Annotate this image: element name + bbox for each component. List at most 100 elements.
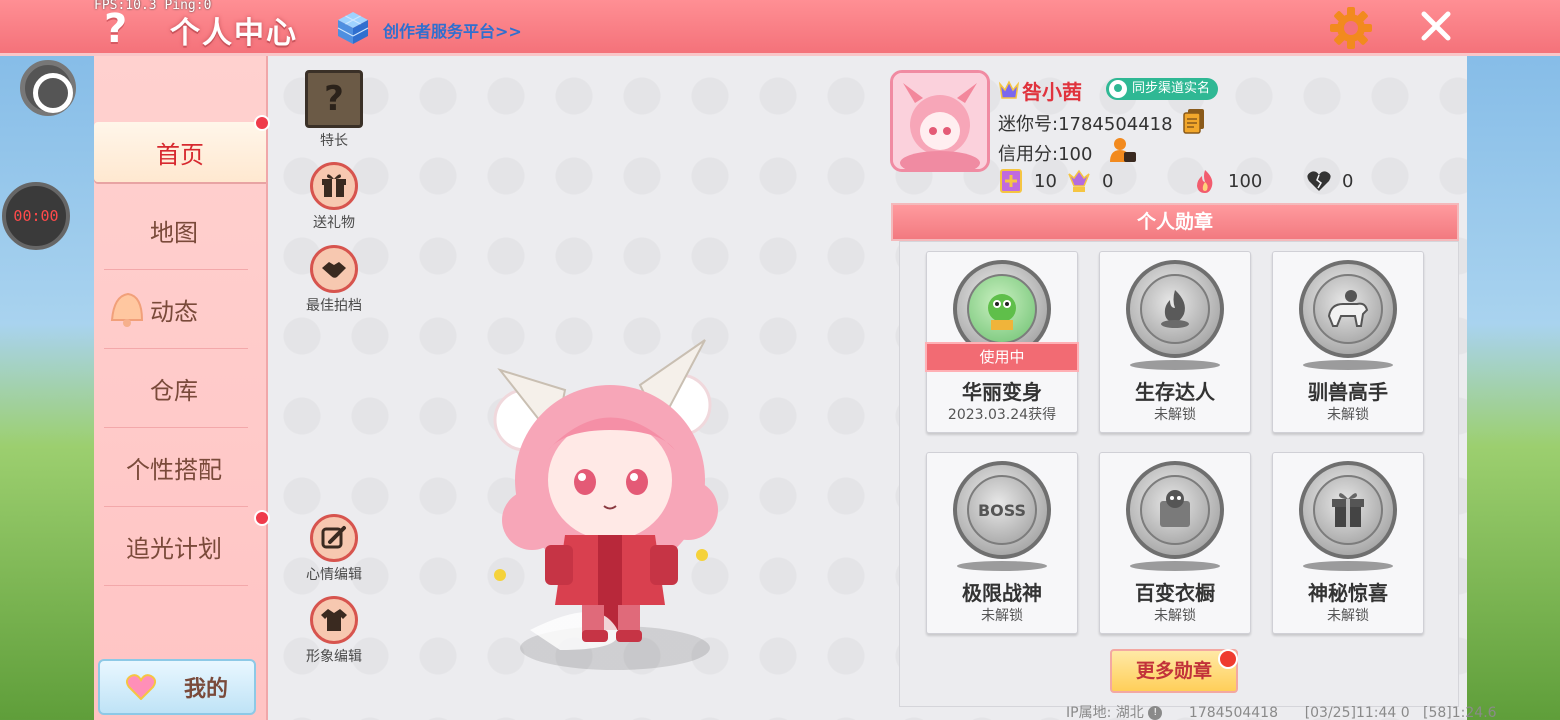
mine-button[interactable]: 我的 [98, 659, 256, 715]
stat-popularity[interactable]: 100 [1192, 168, 1262, 194]
notification-dot [254, 510, 270, 526]
medal-section-header: 个人勋章 [891, 203, 1459, 241]
medal-shadow [1303, 360, 1393, 370]
sidebar-item-label: 仓库 [150, 376, 198, 405]
outfit-icon [310, 596, 358, 644]
sidebar-item-label: 动态 [150, 297, 198, 326]
fps-readout: FPS:10.3 Ping:0 [94, 0, 212, 13]
bell-icon [110, 292, 144, 327]
medal-card[interactable]: BOSS 极限战神 未解锁 [926, 452, 1078, 634]
broken-heart-icon [1307, 171, 1331, 191]
record-button[interactable] [20, 60, 76, 116]
medal-campfire-icon [1126, 260, 1224, 358]
sidebar-item-label: 地图 [150, 218, 198, 247]
medal-shadow [957, 561, 1047, 571]
specialty-label: 特长 [320, 133, 348, 149]
footer-time2: [58]1:24.6 [1423, 705, 1497, 720]
send-gift-button[interactable]: 送礼物 [294, 162, 374, 232]
medal-status: 未解锁 [981, 608, 1023, 624]
edit-icon [310, 514, 358, 562]
medal-name: 生存达人 [1135, 380, 1215, 404]
mini-id: 迷你号:1784504418 [998, 114, 1173, 135]
sidebar-item-label: 首页 [156, 140, 204, 169]
flower-card-icon [1000, 169, 1022, 193]
medal-name: 极限战神 [962, 581, 1042, 605]
sidebar-item-outfit[interactable]: 个性搭配 [94, 437, 254, 507]
image-edit-label: 形象编辑 [306, 649, 362, 665]
character-avatar[interactable] [470, 330, 740, 680]
stat-flowers[interactable]: 10 [998, 168, 1057, 194]
medal-card[interactable]: 百变衣橱 未解锁 [1099, 452, 1251, 634]
medal-card[interactable]: 神秘惊喜 未解锁 [1272, 452, 1424, 634]
gear-icon[interactable] [1328, 6, 1374, 50]
nickname: 咎小茜 [1022, 80, 1082, 104]
flame-icon [1197, 170, 1213, 193]
gift-icon [310, 162, 358, 210]
footer-time: [03/25]11:44 0 [1304, 705, 1410, 720]
medal-status: 2023.03.24获得 [947, 407, 1057, 423]
footer-uid: 1784504418 [1188, 705, 1278, 720]
handshake-icon [310, 245, 358, 293]
footer-info: IP属地: 湖北 ! 1784504418 [03/25]11:44 0 [58… [1066, 702, 1497, 720]
crown-icon [998, 80, 1020, 99]
medal-status: 未解锁 [1154, 608, 1196, 624]
sidebar-item-storage[interactable]: 仓库 [94, 358, 254, 428]
creator-platform-link[interactable]: 创作者服务平台>> [383, 18, 522, 42]
in-use-tag: 使用中 [925, 342, 1079, 372]
timer-display[interactable]: 00:00 [2, 182, 70, 250]
avatar[interactable] [890, 70, 990, 172]
page-title: 个人中心 [170, 16, 298, 51]
medal-shadow [1303, 561, 1393, 571]
medal-name: 华丽变身 [962, 380, 1042, 404]
medal-shadow [1130, 360, 1220, 370]
medal-card[interactable]: 使用中 华丽变身 2023.03.24获得 [925, 251, 1079, 433]
medal-giftbox-icon [1299, 461, 1397, 559]
trophy-hands-icon [1068, 169, 1090, 192]
medal-status: 未解锁 [1154, 407, 1196, 423]
stat-trophies[interactable]: 0 [1066, 168, 1113, 194]
sidebar-item-home[interactable]: 首页 [94, 122, 266, 182]
medal-rider-icon [1299, 260, 1397, 358]
copy-icon[interactable] [1182, 108, 1206, 134]
info-icon[interactable]: ! [1148, 706, 1163, 720]
stat-value: 100 [1228, 170, 1263, 192]
medal-status: 未解锁 [1327, 407, 1369, 423]
stat-value: 10 [1034, 170, 1057, 192]
sidebar-item-light-plan[interactable]: 追光计划 [94, 516, 254, 586]
best-partner-button[interactable]: 最佳拍档 [294, 245, 374, 315]
best-partner-label: 最佳拍档 [306, 298, 362, 314]
sidebar-item-label: 个性搭配 [126, 455, 222, 484]
medal-wardrobe-icon [1126, 461, 1224, 559]
sidebar: 首页 地图 动态 仓库 个性搭配 追光计划 [94, 56, 268, 720]
stat-hearts[interactable]: 0 [1306, 168, 1353, 194]
medal-shadow [1130, 561, 1220, 571]
notification-dot [254, 115, 270, 131]
specialty-button[interactable]: ? 特长 [294, 70, 374, 150]
mine-label: 我的 [183, 677, 228, 702]
medal-status: 未解锁 [1327, 608, 1369, 624]
sync-realname-badge[interactable]: 同步渠道实名 [1106, 78, 1219, 100]
medal-boss-icon: BOSS [953, 461, 1051, 559]
mystery-box-icon: ? [305, 70, 363, 128]
medal-name: 神秘惊喜 [1308, 581, 1388, 605]
credit-user-icon[interactable] [1108, 136, 1138, 164]
sidebar-item-map[interactable]: 地图 [94, 200, 254, 270]
sidebar-item-label: 追光计划 [126, 534, 222, 563]
medal-card[interactable]: 驯兽高手 未解锁 [1272, 251, 1424, 433]
medal-name: 百变衣橱 [1135, 581, 1215, 605]
stat-value: 0 [1102, 170, 1114, 192]
image-edit-button[interactable]: 形象编辑 [294, 596, 374, 666]
mood-edit-button[interactable]: 心情编辑 [294, 514, 374, 584]
top-bar: ? 个人中心 创作者服务平台>> [0, 0, 1560, 56]
mood-edit-label: 心情编辑 [306, 567, 362, 583]
heart-icon [125, 674, 156, 700]
medal-card[interactable]: 生存达人 未解锁 [1099, 251, 1251, 433]
credit-score: 信用分:100 [998, 144, 1093, 165]
ip-location: IP属地: 湖北 [1066, 705, 1144, 720]
medal-boss-text: BOSS [967, 475, 1037, 545]
medal-name: 驯兽高手 [1308, 380, 1388, 404]
close-icon[interactable] [1416, 6, 1456, 46]
stat-value: 0 [1342, 170, 1354, 192]
cube-icon[interactable] [336, 10, 370, 46]
send-gift-label: 送礼物 [313, 215, 355, 231]
